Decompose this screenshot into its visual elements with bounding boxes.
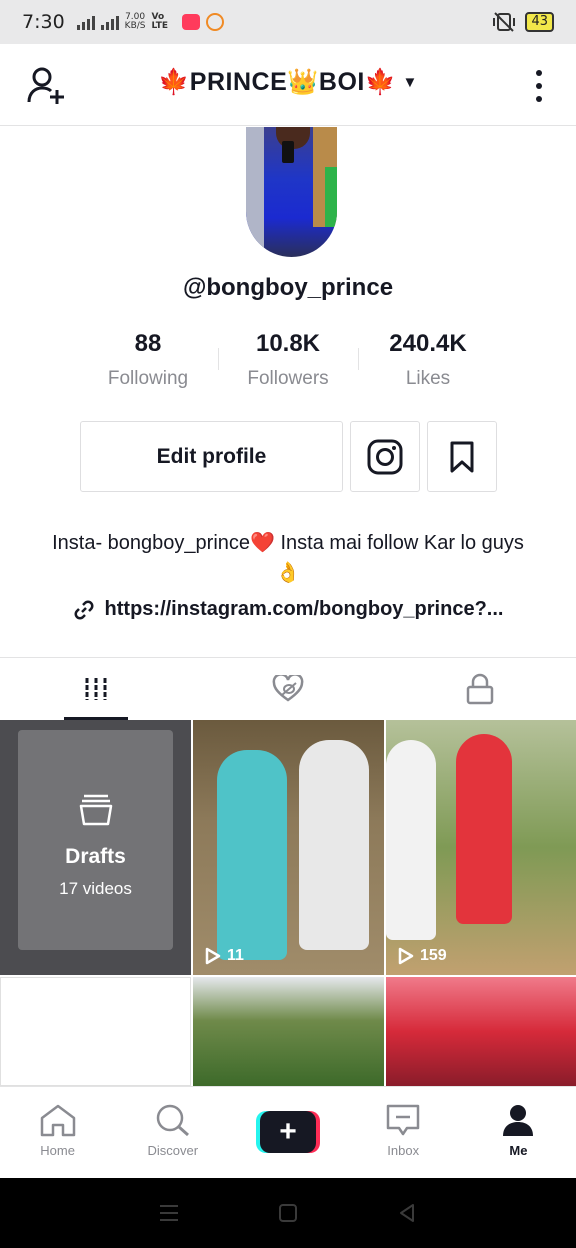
drafts-title: Drafts xyxy=(65,845,126,868)
title-suffix: BOI xyxy=(318,68,365,96)
status-bar: 7:30 7.00 KB/S Vo LTE 43 xyxy=(0,0,576,44)
battery-icon: 43 xyxy=(525,12,554,32)
play-icon xyxy=(398,947,414,965)
likes-label: Likes xyxy=(405,368,451,389)
chevron-down-icon: ▼ xyxy=(402,74,418,91)
nav-discover[interactable]: Discover xyxy=(115,1087,230,1178)
nav-home[interactable]: Home xyxy=(0,1087,115,1178)
menu-icon[interactable] xyxy=(158,1203,180,1223)
profile-header: 🍁PRINCE👑BOI🍁 ▼ xyxy=(0,44,576,126)
followers-label: Followers xyxy=(247,368,329,389)
status-left-icons: 7.00 KB/S Vo LTE xyxy=(76,12,224,31)
profile-bio: Insta- bongboy_prince❤️ Insta mai follow… xyxy=(52,532,524,584)
crown-emoji: 👑 xyxy=(287,68,319,96)
likes-count: 240.4K xyxy=(389,330,467,357)
favorites-button[interactable] xyxy=(427,421,497,492)
tab-videos[interactable] xyxy=(0,658,192,720)
volte-icon: Vo LTE xyxy=(151,12,169,31)
tab-private[interactable] xyxy=(384,658,576,720)
nav-discover-label: Discover xyxy=(147,1143,199,1158)
create-button[interactable]: + xyxy=(256,1111,320,1153)
drafts-tile[interactable]: Drafts 17 videos xyxy=(0,720,191,975)
home-square-icon[interactable] xyxy=(277,1202,299,1224)
view-count: 159 xyxy=(398,947,447,965)
signal-icon xyxy=(76,14,95,30)
video-thumbnail[interactable] xyxy=(0,977,191,1086)
drafts-icon xyxy=(79,794,112,826)
profile-stats: 88 Following 10.8K Followers 240.4K Like… xyxy=(78,330,498,394)
screen-record-icon xyxy=(181,14,200,30)
leaf-emoji-2: 🍁 xyxy=(364,68,397,96)
nav-me[interactable]: Me xyxy=(461,1087,576,1178)
hidden-heart-icon xyxy=(272,675,304,702)
avatar[interactable] xyxy=(246,127,337,257)
bookmark-icon xyxy=(450,441,474,472)
home-icon xyxy=(40,1104,75,1137)
nav-home-label: Home xyxy=(40,1143,75,1158)
profile-icon xyxy=(503,1105,534,1136)
bio-link[interactable]: https://instagram.com/bongboy_prince?... xyxy=(0,598,576,621)
link-icon xyxy=(74,600,93,619)
nav-create[interactable]: + xyxy=(230,1087,345,1178)
following-count: 88 xyxy=(134,330,162,357)
grid-icon xyxy=(85,678,107,700)
inbox-icon xyxy=(386,1104,420,1136)
nav-inbox[interactable]: Inbox xyxy=(346,1087,461,1178)
account-switcher[interactable]: 🍁PRINCE👑BOI🍁 ▼ xyxy=(0,68,576,97)
search-icon xyxy=(156,1104,189,1137)
followers-count: 10.8K xyxy=(255,330,321,357)
video-thumbnail[interactable] xyxy=(193,977,384,1086)
view-count: 11 xyxy=(205,947,244,965)
following-label: Following xyxy=(107,368,189,389)
instagram-button[interactable] xyxy=(350,421,420,492)
video-grid: Drafts 17 videos 11 159 xyxy=(0,720,576,1086)
status-right: 43 xyxy=(491,11,554,33)
more-options-icon[interactable] xyxy=(532,70,546,102)
stat-likes[interactable]: 240.4K Likes xyxy=(358,330,498,394)
stat-following[interactable]: 88 Following xyxy=(78,330,218,394)
play-icon xyxy=(205,947,221,965)
stat-followers[interactable]: 10.8K Followers xyxy=(218,330,358,394)
drafts-count: 17 videos xyxy=(59,879,132,898)
app-notification-icon xyxy=(205,13,224,31)
drafts-label-group: Drafts 17 videos xyxy=(0,794,191,899)
profile-tabs xyxy=(0,657,576,720)
video-thumbnail[interactable]: 11 xyxy=(193,720,384,975)
system-nav-bar xyxy=(0,1178,576,1248)
bio-link-text: https://instagram.com/bongboy_prince?... xyxy=(104,598,504,620)
lock-icon xyxy=(466,673,494,705)
leaf-emoji: 🍁 xyxy=(158,68,190,96)
video-thumbnail[interactable] xyxy=(386,977,576,1086)
net-speed: 7.00 KB/S xyxy=(124,12,146,31)
instagram-icon xyxy=(367,439,403,474)
bottom-nav: Home Discover + Inbox Me xyxy=(0,1086,576,1178)
video-thumbnail[interactable]: 159 xyxy=(386,720,576,975)
username: @bongboy_prince xyxy=(182,274,394,301)
vibrate-icon xyxy=(493,12,516,32)
title-prefix: PRINCE xyxy=(189,68,288,96)
edit-profile-button[interactable]: Edit profile xyxy=(80,421,343,492)
back-icon[interactable] xyxy=(396,1202,418,1224)
plus-icon: + xyxy=(260,1111,316,1153)
tab-liked[interactable] xyxy=(192,658,384,720)
signal-icon-2 xyxy=(100,14,119,30)
nav-inbox-label: Inbox xyxy=(387,1143,420,1158)
status-time: 7:30 xyxy=(22,11,65,33)
nav-me-label: Me xyxy=(509,1143,528,1158)
